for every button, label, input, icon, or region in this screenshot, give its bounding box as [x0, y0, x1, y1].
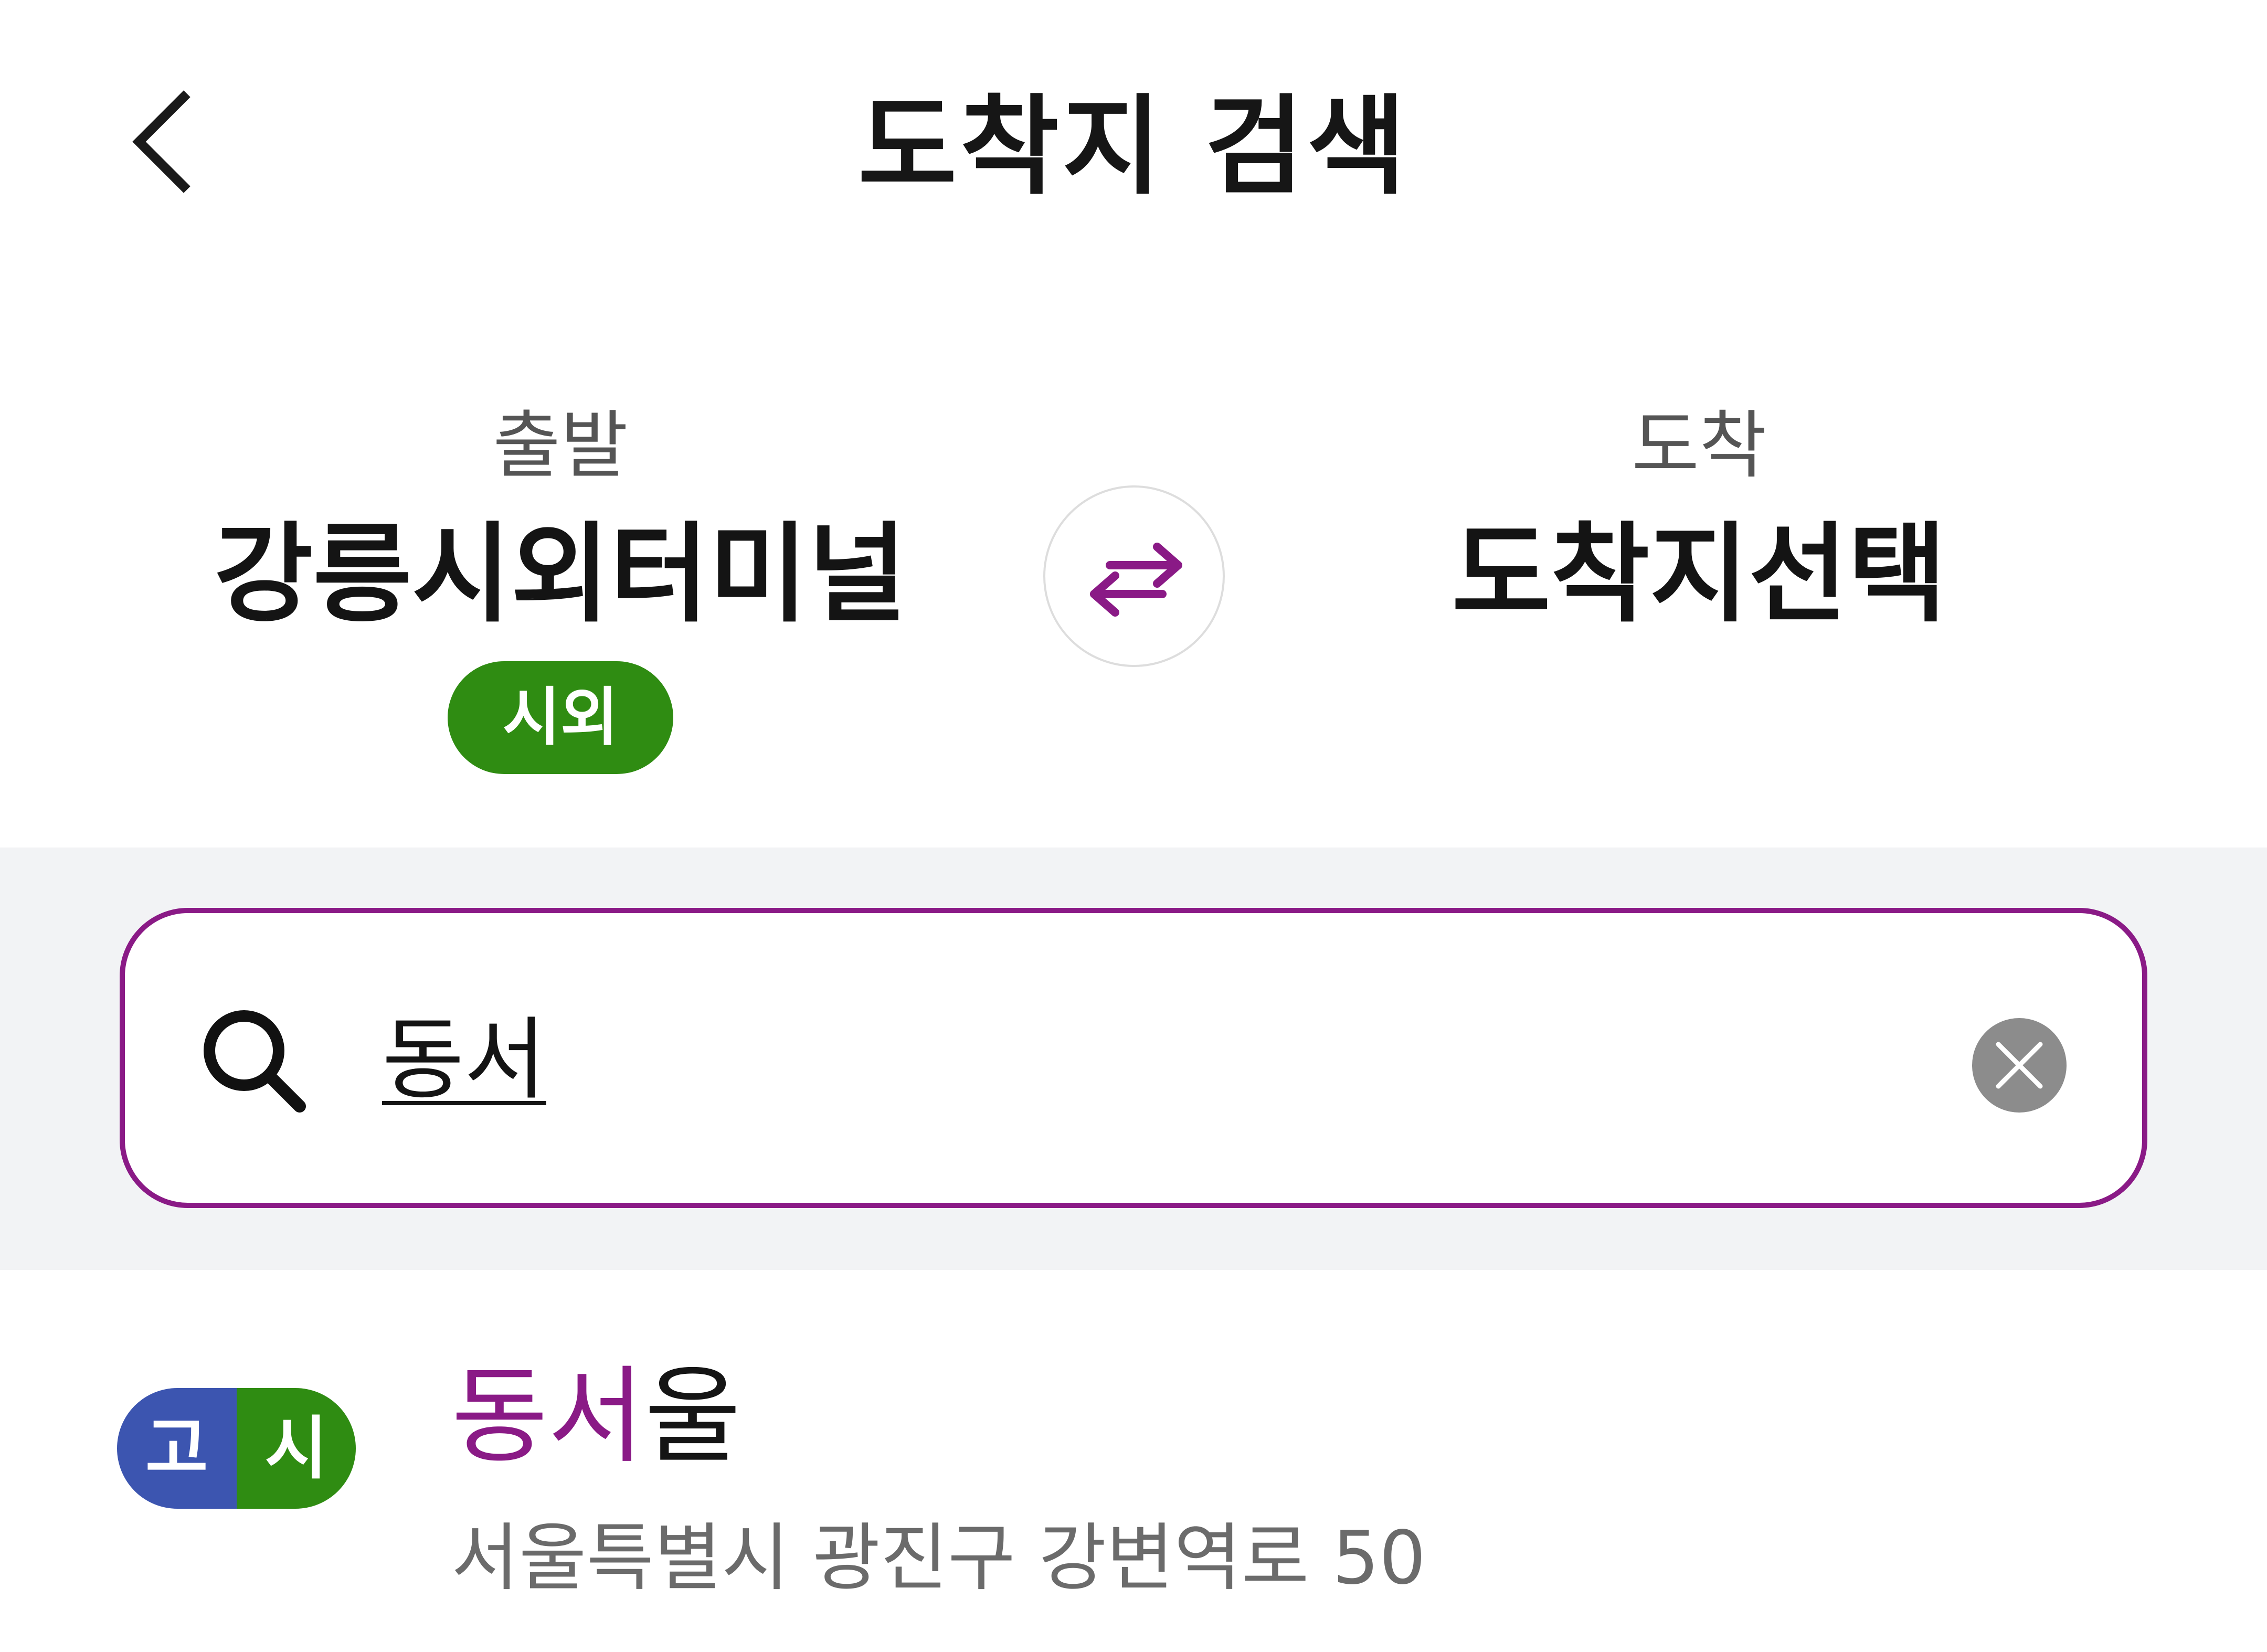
- result-name: 동서울: [451, 1349, 741, 1485]
- result-name-rest: 울: [644, 1356, 741, 1478]
- search-icon: [204, 1010, 306, 1113]
- swap-arrows-icon: [1090, 543, 1182, 617]
- list-item[interactable]: 고 시 동서울 서울특별시 광진구 강변역로 50: [0, 1270, 2267, 1652]
- header: 도착지 검색: [0, 0, 2267, 294]
- route-section: 출발 강릉시외터미널 시외 도착 도착지선택: [0, 367, 2267, 840]
- arrival-selector[interactable]: 도착 도착지선택: [1306, 399, 2093, 640]
- search-section: [0, 848, 2267, 1270]
- page-title: 도착지 검색: [857, 84, 1410, 209]
- search-box[interactable]: [120, 908, 2147, 1208]
- departure-label: 출발: [493, 403, 628, 489]
- clear-search-button[interactable]: [1972, 1018, 2067, 1113]
- result-address: 서울특별시 광진구 강변역로 50: [451, 1516, 1426, 1601]
- arrival-value: 도착지선택: [1452, 512, 1947, 637]
- result-name-match: 동서: [451, 1356, 645, 1478]
- result-list: 고 시 동서울 서울특별시 광진구 강변역로 50: [0, 1270, 2267, 1652]
- swap-button[interactable]: [1043, 485, 1225, 667]
- arrival-label: 도착: [1632, 403, 1767, 489]
- express-badge: 고: [117, 1388, 237, 1509]
- clear-icon: [1996, 1042, 2043, 1089]
- intercity-badge: 시외: [448, 661, 673, 774]
- departure-value: 강릉시외터미널: [214, 512, 907, 637]
- search-input[interactable]: [382, 994, 1904, 1126]
- terminal-type-badges: 고 시: [117, 1388, 356, 1509]
- intercity-badge: 시: [236, 1388, 356, 1509]
- departure-selector[interactable]: 출발 강릉시외터미널 시외: [167, 399, 954, 774]
